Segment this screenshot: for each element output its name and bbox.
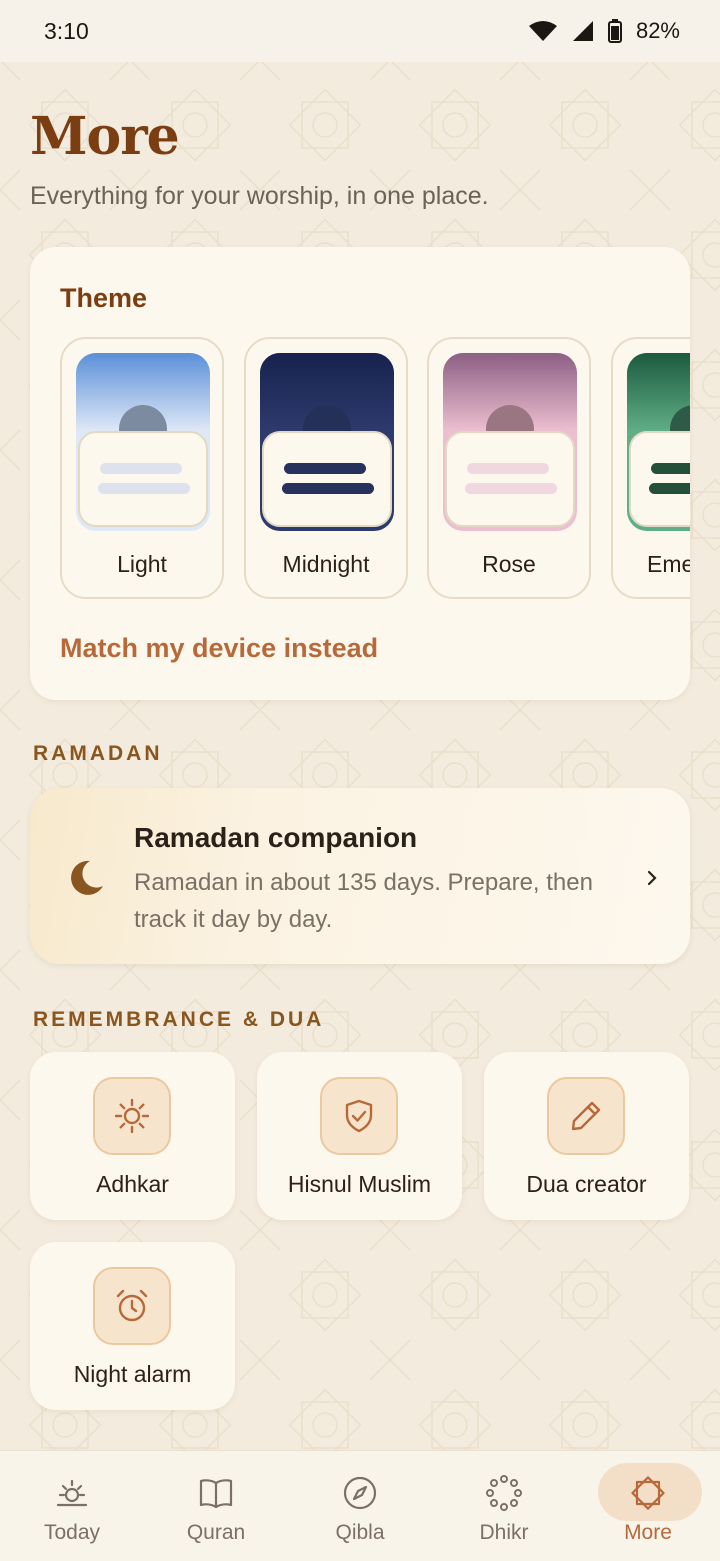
cellular-signal-icon (572, 21, 593, 41)
status-bar: 3:10 82% (0, 0, 720, 62)
theme-title: Theme (60, 283, 148, 313)
tile-night-alarm[interactable]: Night alarm (30, 1242, 235, 1410)
tile-label: Night alarm (73, 1361, 192, 1387)
theme-option-label: Rose (482, 551, 536, 577)
nav-label: Quran (186, 1521, 246, 1544)
tile-dua-creator[interactable]: Dua creator (484, 1052, 689, 1220)
star-icon (631, 1476, 665, 1510)
tile-hisnul-muslim[interactable]: Hisnul Muslim (257, 1052, 462, 1220)
bottom-navigation: Today Quran Qibla Dhikr More (0, 1450, 720, 1561)
crescent-moon-icon (71, 860, 103, 895)
tile-icon-box (547, 1077, 625, 1155)
theme-preview (260, 353, 394, 531)
battery-icon (607, 19, 622, 43)
status-icons: 82% (528, 18, 680, 44)
theme-options-scroller[interactable]: Light Midnight Rose Emerald (60, 337, 690, 599)
theme-option-light[interactable]: Light (60, 337, 224, 599)
sunrise-icon (56, 1479, 88, 1507)
tile-adhkar[interactable]: Adhkar (30, 1052, 235, 1220)
tile-icon-box (320, 1077, 398, 1155)
theme-option-label: Light (117, 551, 167, 577)
theme-preview (627, 353, 690, 531)
theme-card: Theme Light Midnight Rose Eme Match my d… (30, 247, 690, 700)
theme-option-label: Emerald (647, 551, 690, 577)
shield-check-icon (345, 1099, 373, 1133)
match-device-link[interactable]: Match my device instead (60, 633, 378, 664)
nav-label: More (624, 1521, 672, 1544)
tile-icon-box (93, 1077, 171, 1155)
nav-label: Qibla (335, 1521, 385, 1544)
book-icon (199, 1479, 233, 1509)
prayer-beads-icon (486, 1475, 522, 1511)
nav-item-more[interactable]: More (576, 1451, 720, 1561)
wifi-icon (528, 21, 557, 41)
tile-icon-box (93, 1267, 171, 1345)
pencil-icon (571, 1101, 601, 1131)
tile-label: Hisnul Muslim (287, 1171, 432, 1197)
alarm-clock-icon (116, 1289, 148, 1322)
ramadan-title: Ramadan companion (134, 822, 418, 853)
theme-option-rose[interactable]: Rose (427, 337, 591, 599)
nav-item-qibla[interactable]: Qibla (288, 1451, 432, 1561)
nav-label: Dhikr (479, 1521, 529, 1544)
tile-label: Adhkar (96, 1171, 169, 1197)
theme-option-midnight[interactable]: Midnight (244, 337, 408, 599)
nav-item-quran[interactable]: Quran (144, 1451, 288, 1561)
status-time: 3:10 (44, 17, 89, 44)
nav-item-today[interactable]: Today (0, 1451, 144, 1561)
page-title: More (30, 106, 180, 167)
theme-option-label: Midnight (282, 551, 370, 577)
theme-option-emerald[interactable]: Emerald (611, 337, 690, 599)
section-label-remembrance: REMEMBRANCE & DUA (33, 1008, 325, 1031)
tile-label: Dua creator (526, 1171, 647, 1197)
theme-preview (76, 353, 210, 531)
chevron-right-icon (647, 870, 657, 886)
battery-percent: 82% (635, 18, 680, 43)
compass-icon (343, 1476, 377, 1510)
page-subtitle: Everything for your worship, in one plac… (30, 182, 489, 210)
sun-icon (114, 1098, 150, 1134)
section-label-ramadan: RAMADAN (33, 742, 163, 765)
nav-label: Today (43, 1521, 101, 1544)
ramadan-description: Ramadan in about 135 days. Prepare, then… (134, 869, 593, 933)
nav-item-dhikr[interactable]: Dhikr (432, 1451, 576, 1561)
theme-preview (443, 353, 577, 531)
ramadan-companion-card[interactable]: Ramadan companion Ramadan in about 135 d… (30, 788, 690, 964)
